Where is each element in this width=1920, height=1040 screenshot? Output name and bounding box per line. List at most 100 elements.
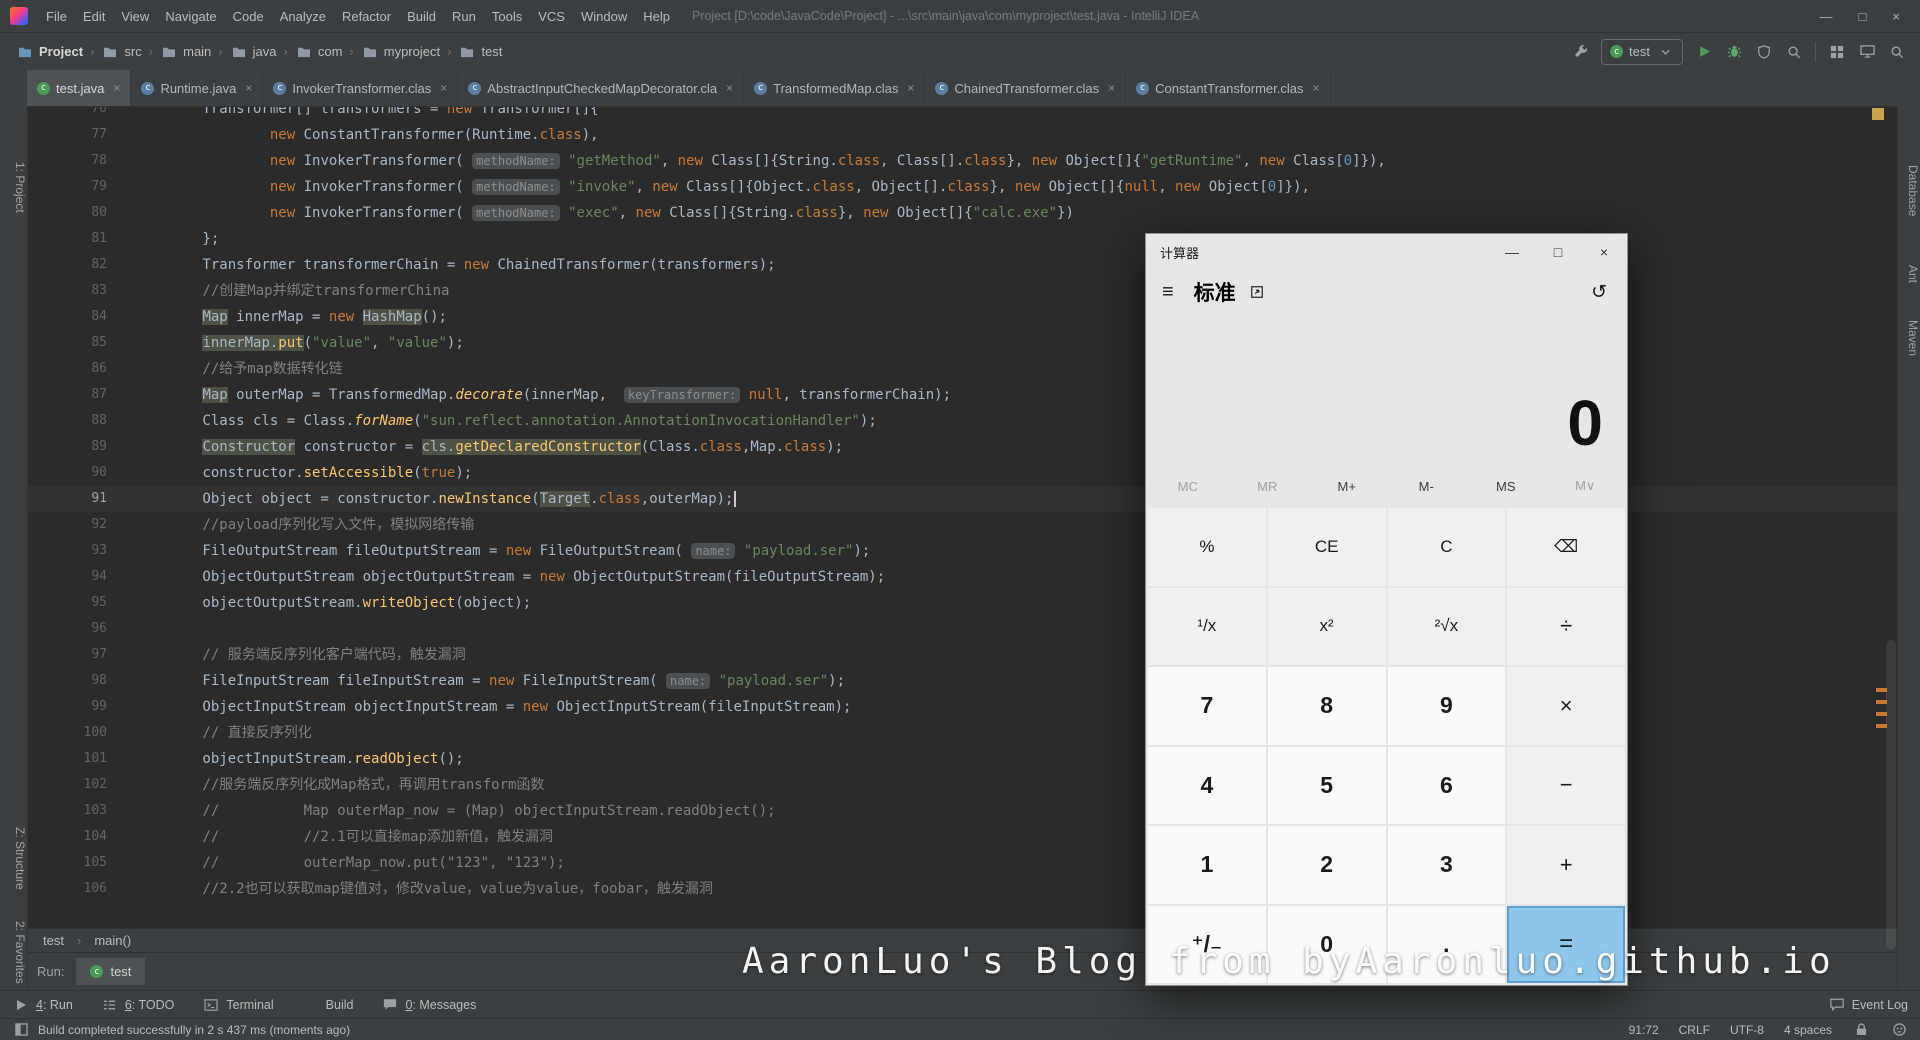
tab-close-icon[interactable]: × <box>113 81 120 95</box>
calc-key-9[interactable]: 9 <box>1387 667 1506 745</box>
calculator-title-bar[interactable]: 计算器 — □ × <box>1146 234 1627 270</box>
toolwindow-button-todo[interactable]: 6: TODO <box>101 996 174 1014</box>
caret-position[interactable]: 91:72 <box>1629 1023 1659 1037</box>
layout-grid-icon[interactable] <box>1828 43 1846 61</box>
menu-help[interactable]: Help <box>635 6 678 27</box>
code-line-77[interactable]: 77 new ConstantTransformer(Runtime.class… <box>27 122 1898 148</box>
editor-tab-ConstantTransformer.clas[interactable]: c ConstantTransformer.clas × <box>1126 70 1331 106</box>
code-line-78[interactable]: 78 new InvokerTransformer( methodName: "… <box>27 148 1898 174</box>
coverage-button[interactable] <box>1755 43 1773 61</box>
hamburger-icon[interactable]: ≡ <box>1154 281 1182 304</box>
run-button[interactable] <box>1695 43 1713 61</box>
editor-tab-InvokerTransformer.clas[interactable]: c InvokerTransformer.clas × <box>263 70 459 106</box>
status-message[interactable]: Build completed successfully in 2 s 437 … <box>38 1023 350 1037</box>
code-line-76[interactable]: 76 Transformer[] transformers = new Tran… <box>27 106 1898 122</box>
calc-minimize-button[interactable]: — <box>1489 234 1535 270</box>
breadcrumb-item-com[interactable]: com <box>293 41 345 63</box>
calc-key-C[interactable]: C <box>1387 508 1506 586</box>
calc-close-button[interactable]: × <box>1581 234 1627 270</box>
code-line-80[interactable]: 80 new InvokerTransformer( methodName: "… <box>27 200 1898 226</box>
run-panel-tab[interactable]: c test <box>76 958 146 985</box>
dock-database[interactable]: Database <box>1898 165 1920 216</box>
menu-edit[interactable]: Edit <box>75 6 113 27</box>
calc-key-%[interactable]: % <box>1148 508 1266 586</box>
calc-key-CE[interactable]: CE <box>1267 508 1386 586</box>
memory-button-M[interactable]: M- <box>1387 466 1467 506</box>
breadcrumb-item-test[interactable]: test <box>456 41 504 63</box>
search-everywhere-button[interactable] <box>1888 43 1906 61</box>
toolwindow-button-build[interactable]: Build <box>302 996 354 1014</box>
tab-close-icon[interactable]: × <box>440 81 447 95</box>
calc-key-5[interactable]: 5 <box>1267 746 1386 824</box>
editor-tab-AbstractInputCheckedMapDecorator.cla[interactable]: c AbstractInputCheckedMapDecorator.cla × <box>458 70 745 106</box>
editor-tab-Runtime.java[interactable]: c Runtime.java × <box>131 70 264 106</box>
editor-tab-ChainedTransformer.clas[interactable]: c ChainedTransformer.clas × <box>925 70 1127 106</box>
tab-close-icon[interactable]: × <box>1108 81 1115 95</box>
maximize-button[interactable]: □ <box>1859 9 1867 24</box>
menu-code[interactable]: Code <box>225 6 272 27</box>
menu-navigate[interactable]: Navigate <box>157 6 224 27</box>
history-icon[interactable]: ↺ <box>1591 281 1619 304</box>
calc-key-6[interactable]: 6 <box>1387 746 1506 824</box>
toolwindow-button-run[interactable]: 4: Run <box>12 996 73 1014</box>
tab-close-icon[interactable]: × <box>245 81 252 95</box>
breadcrumb-method[interactable]: main() <box>94 933 131 948</box>
tab-close-icon[interactable]: × <box>726 81 733 95</box>
editor-tab-test.java[interactable]: c test.java × <box>27 70 132 106</box>
breadcrumb-item-Project[interactable]: Project <box>14 41 85 63</box>
event-log-button[interactable]: Event Log <box>1828 996 1908 1014</box>
run-config-select[interactable]: c test <box>1601 38 1683 65</box>
debug-button[interactable] <box>1725 43 1743 61</box>
calc-key-²√x[interactable]: ²√x <box>1387 587 1506 665</box>
code-line-79[interactable]: 79 new InvokerTransformer( methodName: "… <box>27 174 1898 200</box>
monitor-icon[interactable] <box>1858 43 1876 61</box>
calc-maximize-button[interactable]: □ <box>1535 234 1581 270</box>
hector-icon[interactable] <box>1890 1021 1908 1039</box>
dock-ant[interactable]: Ant <box>1898 265 1920 283</box>
calc-key-x²[interactable]: x² <box>1267 587 1386 665</box>
breadcrumb-class[interactable]: test <box>43 933 64 948</box>
calc-key-+[interactable]: + <box>1507 826 1625 904</box>
editor-tab-TransformedMap.clas[interactable]: c TransformedMap.clas × <box>744 70 926 106</box>
toolwindow-button-messages[interactable]: 0: Messages <box>381 996 476 1014</box>
menu-view[interactable]: View <box>113 6 157 27</box>
menu-file[interactable]: File <box>38 6 75 27</box>
keep-on-top-icon[interactable] <box>1248 283 1266 301</box>
minimize-button[interactable]: — <box>1820 9 1833 24</box>
menu-vcs[interactable]: VCS <box>530 6 573 27</box>
wrench-icon[interactable] <box>1571 43 1589 61</box>
breadcrumb-item-java[interactable]: java <box>228 41 279 63</box>
breadcrumb-item-myproject[interactable]: myproject <box>359 41 442 63</box>
calc-key-2[interactable]: 2 <box>1267 826 1386 904</box>
calc-key-3[interactable]: 3 <box>1387 826 1506 904</box>
menu-window[interactable]: Window <box>573 6 635 27</box>
editor-scrollbar[interactable] <box>1886 640 1896 950</box>
memory-button-M+[interactable]: M+ <box>1307 466 1387 506</box>
close-button[interactable]: × <box>1892 9 1900 24</box>
calc-key-−[interactable]: − <box>1507 746 1625 824</box>
menu-analyze[interactable]: Analyze <box>272 6 334 27</box>
breadcrumb-item-src[interactable]: src <box>99 41 143 63</box>
dock-1-project[interactable]: 1: Project <box>0 162 27 213</box>
calc-key-8[interactable]: 8 <box>1267 667 1386 745</box>
dock-z-structure[interactable]: Z: Structure <box>0 827 27 890</box>
breadcrumb-item-main[interactable]: main <box>158 41 213 63</box>
toolwindow-toggle-icon[interactable] <box>12 1021 30 1039</box>
line-separator[interactable]: CRLF <box>1679 1023 1710 1037</box>
calc-key-⌫[interactable]: ⌫ <box>1507 508 1625 586</box>
calc-key-4[interactable]: 4 <box>1148 746 1266 824</box>
calc-key-¹/x[interactable]: ¹/x <box>1148 587 1266 665</box>
indent-style[interactable]: 4 spaces <box>1784 1023 1832 1037</box>
lock-icon[interactable] <box>1852 1021 1870 1039</box>
dock-2-favorites[interactable]: 2: Favorites <box>0 921 27 984</box>
calc-key-×[interactable]: × <box>1507 667 1625 745</box>
tab-close-icon[interactable]: × <box>1312 81 1319 95</box>
menu-run[interactable]: Run <box>444 6 484 27</box>
tab-close-icon[interactable]: × <box>907 81 914 95</box>
calc-key-÷[interactable]: ÷ <box>1507 587 1625 665</box>
dock-maven[interactable]: Maven <box>1898 320 1920 356</box>
toolwindow-button-terminal[interactable]: Terminal <box>202 996 274 1014</box>
memory-button-MC[interactable]: MC <box>1148 466 1228 506</box>
memory-button-MR[interactable]: MR <box>1228 466 1308 506</box>
memory-button-M[interactable]: M∨ <box>1546 466 1626 506</box>
